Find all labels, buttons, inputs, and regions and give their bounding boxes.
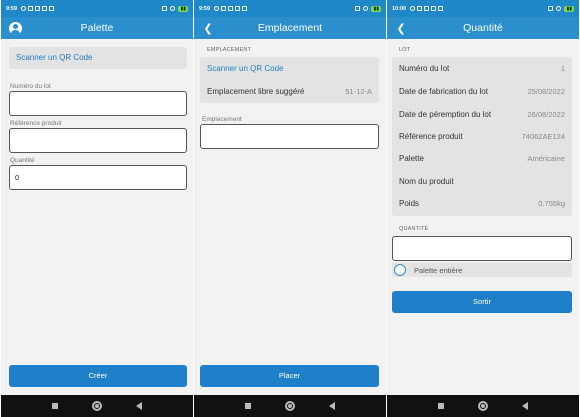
detail-value: 74062AE124 bbox=[521, 131, 565, 141]
detail-label: Référence produit bbox=[399, 131, 463, 141]
app-bar: Palette bbox=[1, 17, 193, 39]
home-icon[interactable] bbox=[478, 401, 488, 411]
home-icon[interactable] bbox=[92, 401, 102, 411]
detail-row: Palette Américaine bbox=[392, 147, 572, 169]
notification-icons bbox=[214, 6, 248, 11]
whole-pallet-label: Palette entière bbox=[414, 265, 463, 275]
quantity-label: Quantité bbox=[10, 157, 35, 164]
location-card: Scanner un QR Code Emplacement libre sug… bbox=[200, 57, 379, 103]
home-icon[interactable] bbox=[285, 401, 295, 411]
detail-value: Américaine bbox=[527, 153, 565, 163]
scan-qr-button[interactable]: Scanner un QR Code bbox=[200, 57, 379, 79]
detail-label: Numéro du lot bbox=[399, 63, 450, 73]
scan-qr-label: Scanner un QR Code bbox=[207, 63, 284, 73]
place-button[interactable]: Placer bbox=[200, 365, 379, 387]
detail-label: Date de péremption du lot bbox=[399, 109, 492, 119]
detail-row: Date de péremption du lot 26/08/2022 bbox=[392, 103, 572, 125]
lot-number-input[interactable] bbox=[9, 91, 187, 116]
quantity-caption: QUANTITÉ bbox=[399, 226, 429, 232]
scan-qr-button[interactable]: Scanner un QR Code bbox=[9, 47, 187, 69]
battery-icon: ▮▮ bbox=[178, 5, 188, 12]
exit-button[interactable]: Sortir bbox=[392, 291, 572, 313]
app-bar: ❮ Quantité bbox=[387, 17, 579, 39]
suggested-location-value: 51-12-A bbox=[345, 86, 372, 96]
product-reference-input[interactable] bbox=[9, 128, 187, 153]
status-time: 10:00 bbox=[392, 5, 407, 12]
section-caption: EMPLACEMENT bbox=[207, 47, 252, 53]
system-icons: ▮▮ bbox=[162, 5, 188, 12]
detail-row: Numéro du lot 1 bbox=[392, 57, 572, 79]
detail-label: Date de fabrication du lot bbox=[399, 86, 488, 96]
quantity-input[interactable] bbox=[392, 236, 572, 261]
notification-icons bbox=[21, 6, 55, 11]
detail-value: 1 bbox=[560, 63, 565, 73]
battery-icon: ▮▮ bbox=[371, 5, 381, 12]
create-button[interactable]: Créer bbox=[9, 365, 187, 387]
recents-icon[interactable] bbox=[245, 403, 251, 409]
system-nav-bar bbox=[194, 395, 386, 417]
page-title: Palette bbox=[80, 22, 114, 34]
detail-row: Nom du produit bbox=[392, 170, 572, 192]
detail-value: 26/08/2022 bbox=[527, 109, 565, 119]
detail-row: Référence produit 74062AE124 bbox=[392, 125, 572, 147]
detail-label: Nom du produit bbox=[399, 176, 454, 186]
location-input[interactable] bbox=[200, 124, 379, 149]
back-nav-icon[interactable] bbox=[522, 402, 528, 410]
detail-row: Date de fabrication du lot 25/08/2022 bbox=[392, 80, 572, 102]
section-caption: LOT bbox=[399, 47, 411, 53]
status-bar: 10:00 ▮▮ bbox=[387, 0, 579, 17]
quantity-input[interactable]: 0 bbox=[9, 165, 187, 190]
system-nav-bar bbox=[387, 395, 579, 417]
suggested-location-label: Emplacement libre suggéré bbox=[207, 86, 305, 96]
location-label: Emplacement bbox=[202, 116, 242, 123]
battery-icon: ▮▮ bbox=[564, 5, 574, 12]
lot-details-card: Numéro du lot 1 Date de fabrication du lo… bbox=[392, 57, 572, 216]
detail-row: Poids 0.755kg bbox=[392, 192, 572, 214]
back-nav-icon[interactable] bbox=[329, 402, 335, 410]
notification-icons bbox=[410, 6, 444, 11]
back-nav-icon[interactable] bbox=[136, 402, 142, 410]
lot-number-label: Numéro du lot bbox=[10, 83, 51, 90]
status-time: 9:59 bbox=[199, 5, 211, 12]
product-reference-label: Référence produit bbox=[10, 120, 62, 127]
screen-emplacement: 9:59 ▮▮ ❮ Emplacement EMPLACEMENT Scanne… bbox=[194, 0, 386, 417]
system-icons: ▮▮ bbox=[355, 5, 381, 12]
page-title: Emplacement bbox=[257, 22, 323, 34]
page-title: Quantité bbox=[463, 22, 503, 34]
screen-quantite: 10:00 ▮▮ ❮ Quantité LOT Numéro du lot 1 D… bbox=[387, 0, 579, 417]
status-bar: 9:59 ▮▮ bbox=[1, 0, 193, 17]
status-bar: 9:59 ▮▮ bbox=[194, 0, 386, 17]
whole-pallet-option[interactable]: Palette entière bbox=[392, 263, 572, 277]
detail-value: 0.755kg bbox=[538, 198, 565, 208]
recents-icon[interactable] bbox=[52, 403, 58, 409]
detail-label: Palette bbox=[399, 153, 424, 163]
detail-label: Poids bbox=[399, 198, 420, 208]
radio-icon[interactable] bbox=[394, 264, 406, 276]
screen-palette: 9:59 ▮▮ Palette Scanner un QR Code Numér… bbox=[1, 0, 193, 417]
recents-icon[interactable] bbox=[438, 403, 444, 409]
system-icons: ▮▮ bbox=[548, 5, 574, 12]
detail-value: 25/08/2022 bbox=[527, 86, 565, 96]
suggested-location-row: Emplacement libre suggéré 51-12-A bbox=[200, 80, 379, 102]
system-nav-bar bbox=[1, 395, 193, 417]
status-time: 9:59 bbox=[6, 5, 18, 12]
app-bar: ❮ Emplacement bbox=[194, 17, 386, 39]
